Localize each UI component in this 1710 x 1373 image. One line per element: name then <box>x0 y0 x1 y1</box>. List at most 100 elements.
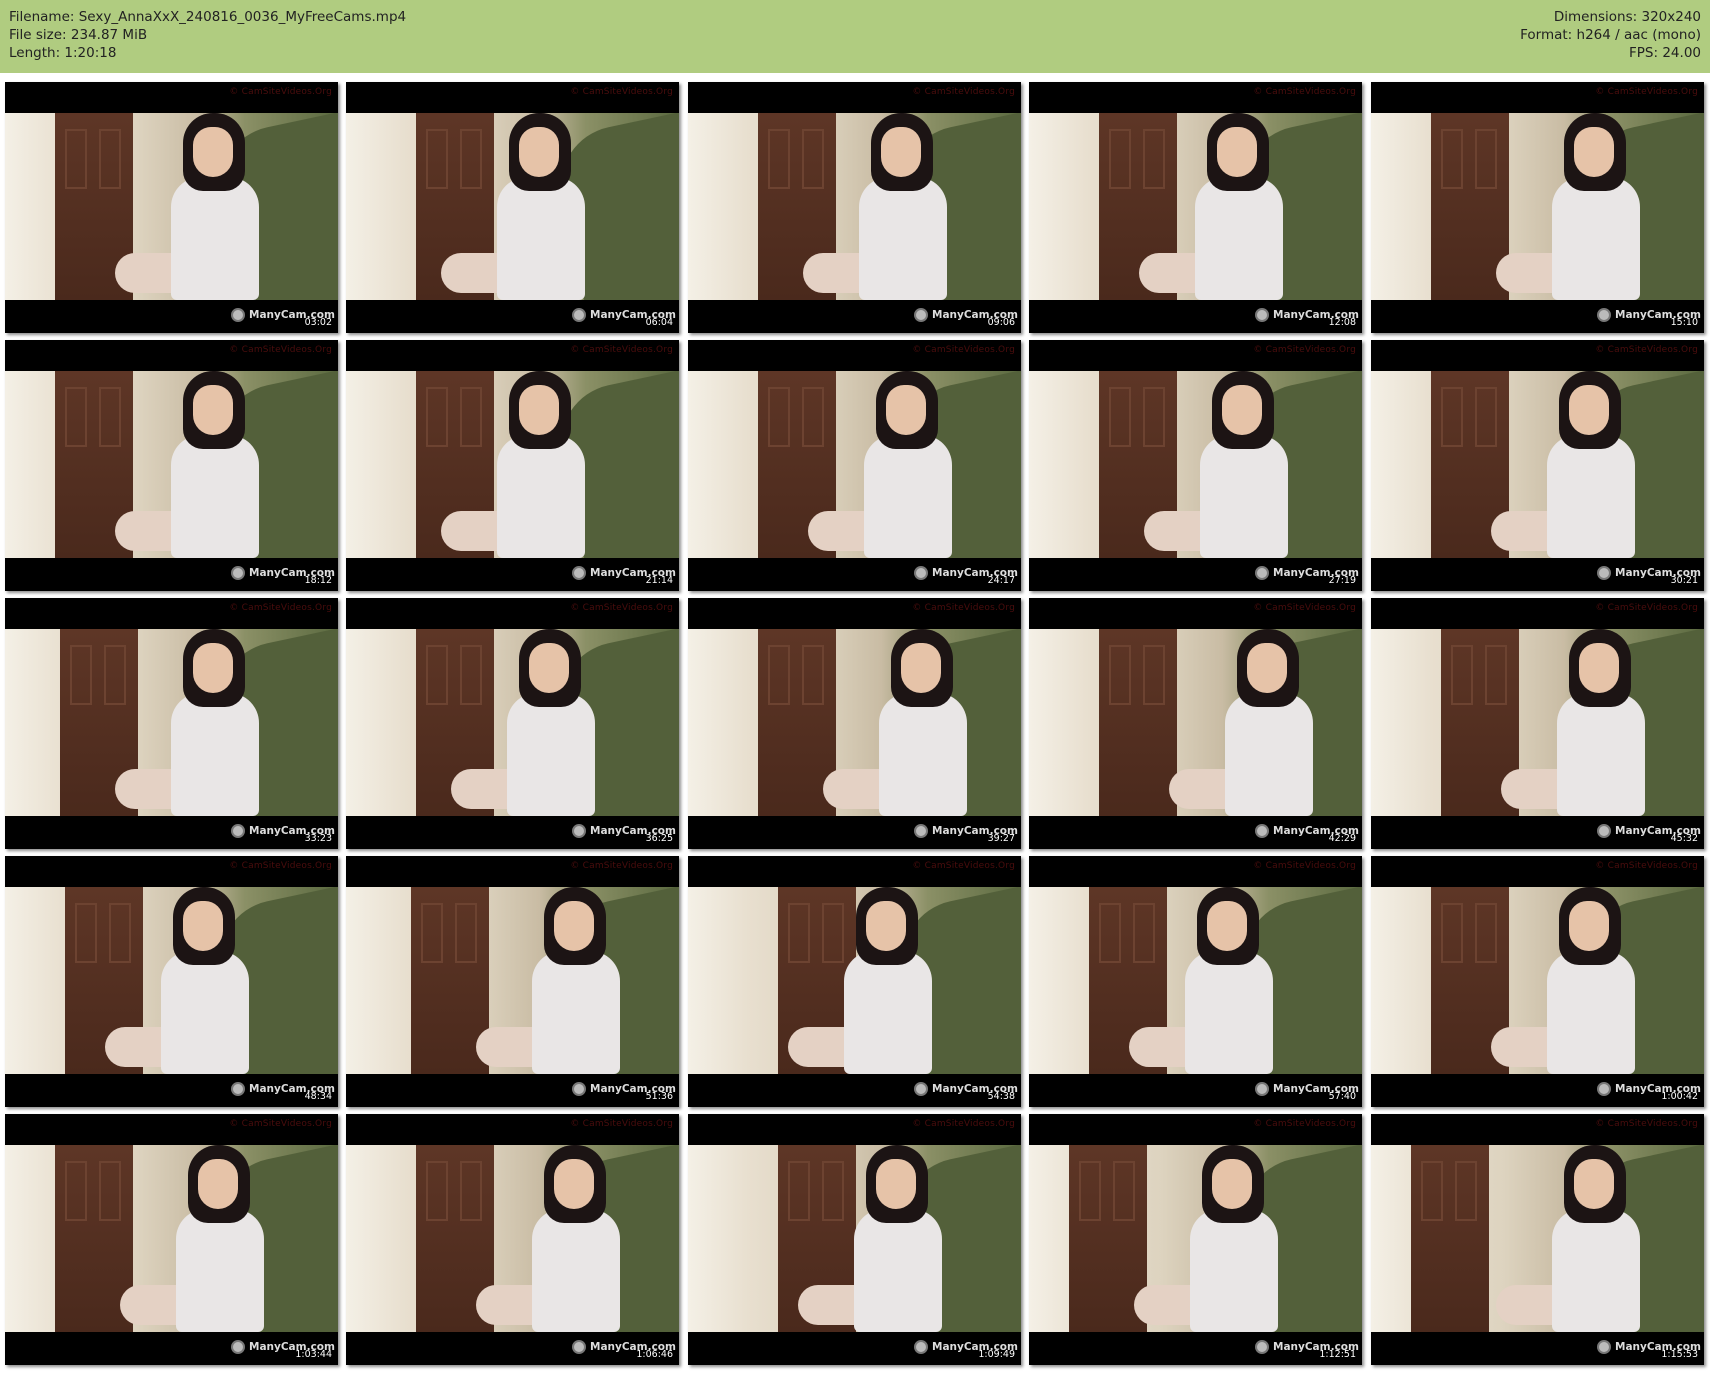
webcam-icon <box>914 824 928 838</box>
timestamp-label: 51:36 <box>645 1091 673 1102</box>
person-body <box>1547 951 1635 1074</box>
timestamp-label: 39:27 <box>987 833 1015 844</box>
person-face <box>193 385 233 435</box>
filesize-label: File size: 234.87 MiB <box>9 27 148 43</box>
webcam-icon <box>1597 566 1611 580</box>
timestamp-label: 1:06:46 <box>636 1349 673 1360</box>
filename-label: Filename: Sexy_AnnaXxX_240816_0036_MyFre… <box>9 9 407 25</box>
webcam-icon <box>1255 824 1269 838</box>
person-body <box>497 435 585 558</box>
person-figure <box>1134 1145 1294 1332</box>
timestamp-label: 33:23 <box>304 833 332 844</box>
person-figure <box>1496 1145 1656 1332</box>
watermark-text: © CamSiteVideos.Org <box>570 861 673 871</box>
watermark-text: © CamSiteVideos.Org <box>1595 603 1698 613</box>
watermark-text: © CamSiteVideos.Org <box>229 87 332 97</box>
webcam-icon <box>1255 566 1269 580</box>
person-body <box>497 177 585 300</box>
person-body <box>1200 435 1288 558</box>
person-figure <box>476 1145 636 1332</box>
person-body <box>1185 951 1273 1074</box>
person-figure <box>451 629 611 816</box>
person-body <box>1552 1209 1640 1332</box>
webcam-icon <box>1597 824 1611 838</box>
watermark-text: © CamSiteVideos.Org <box>1253 345 1356 355</box>
video-info: Dimensions: 320x240 Format: h264 / aac (… <box>1520 8 1701 62</box>
webcam-icon <box>231 1082 245 1096</box>
watermark-text: © CamSiteVideos.Org <box>229 603 332 613</box>
door-shape <box>1411 1145 1489 1332</box>
webcam-icon <box>1597 308 1611 322</box>
person-figure <box>441 113 601 300</box>
person-figure <box>115 371 275 558</box>
video-frame <box>688 887 1021 1074</box>
video-frame <box>5 1145 338 1332</box>
video-frame <box>346 629 679 816</box>
door-shape <box>1099 629 1177 816</box>
webcam-icon <box>914 566 928 580</box>
timestamp-label: 1:00:42 <box>1661 1091 1698 1102</box>
timestamp-label: 48:34 <box>304 1091 332 1102</box>
person-face <box>1574 1159 1614 1209</box>
person-body <box>864 435 952 558</box>
webcam-icon <box>1255 1340 1269 1354</box>
video-frame <box>346 1145 679 1332</box>
webcam-icon <box>1597 1340 1611 1354</box>
timestamp-label: 45:32 <box>1670 833 1698 844</box>
person-figure <box>788 887 948 1074</box>
format-label: Format: h264 / aac (mono) <box>1520 27 1701 43</box>
person-figure <box>1129 887 1289 1074</box>
webcam-icon <box>231 308 245 322</box>
timestamp-label: 06:04 <box>645 317 673 328</box>
timestamp-label: 36:25 <box>645 833 673 844</box>
timestamp-label: 12:08 <box>1328 317 1356 328</box>
video-thumbnail: © CamSiteVideos.Org ManyCam.com 45:32 <box>1371 598 1704 849</box>
person-figure <box>1491 887 1651 1074</box>
webcam-icon <box>231 1340 245 1354</box>
webcam-icon <box>1597 1082 1611 1096</box>
timestamp-label: 42:29 <box>1328 833 1356 844</box>
video-thumbnail: © CamSiteVideos.Org ManyCam.com 57:40 <box>1029 856 1362 1107</box>
person-figure <box>120 1145 280 1332</box>
video-thumbnail: © CamSiteVideos.Org ManyCam.com 1:15:53 <box>1371 1114 1704 1365</box>
person-figure <box>105 887 265 1074</box>
webcam-icon <box>914 1082 928 1096</box>
webcam-icon <box>572 566 586 580</box>
video-thumbnail: © CamSiteVideos.Org ManyCam.com 09:06 <box>688 82 1021 333</box>
video-frame <box>1371 1145 1704 1332</box>
video-frame <box>688 371 1021 558</box>
video-thumbnail: © CamSiteVideos.Org ManyCam.com 06:04 <box>346 82 679 333</box>
fps-label: FPS: 24.00 <box>1629 45 1701 61</box>
person-body <box>854 1209 942 1332</box>
video-frame <box>1371 887 1704 1074</box>
watermark-text: © CamSiteVideos.Org <box>229 861 332 871</box>
video-thumbnail: © CamSiteVideos.Org ManyCam.com 27:19 <box>1029 340 1362 591</box>
person-face <box>1212 1159 1252 1209</box>
person-face <box>901 643 941 693</box>
watermark-text: © CamSiteVideos.Org <box>1595 1119 1698 1129</box>
video-frame <box>1029 629 1362 816</box>
person-face <box>1574 127 1614 177</box>
timestamp-label: 57:40 <box>1328 1091 1356 1102</box>
person-body <box>176 1209 264 1332</box>
person-figure <box>1144 371 1304 558</box>
person-face <box>554 901 594 951</box>
webcam-icon <box>572 308 586 322</box>
watermark-text: © CamSiteVideos.Org <box>570 603 673 613</box>
webcam-icon <box>914 308 928 322</box>
person-face <box>1207 901 1247 951</box>
watermark-text: © CamSiteVideos.Org <box>1253 1119 1356 1129</box>
video-frame <box>5 629 338 816</box>
video-frame <box>688 629 1021 816</box>
video-thumbnail: © CamSiteVideos.Org ManyCam.com 1:06:46 <box>346 1114 679 1365</box>
dimensions-label: Dimensions: 320x240 <box>1553 9 1701 25</box>
person-body <box>1557 693 1645 816</box>
video-thumbnail: © CamSiteVideos.Org ManyCam.com 1:12:51 <box>1029 1114 1362 1365</box>
person-figure <box>115 629 275 816</box>
person-body <box>844 951 932 1074</box>
length-label: Length: 1:20:18 <box>9 45 117 61</box>
webcam-icon <box>572 1082 586 1096</box>
video-frame <box>1029 371 1362 558</box>
watermark-text: © CamSiteVideos.Org <box>1253 861 1356 871</box>
person-body <box>171 177 259 300</box>
